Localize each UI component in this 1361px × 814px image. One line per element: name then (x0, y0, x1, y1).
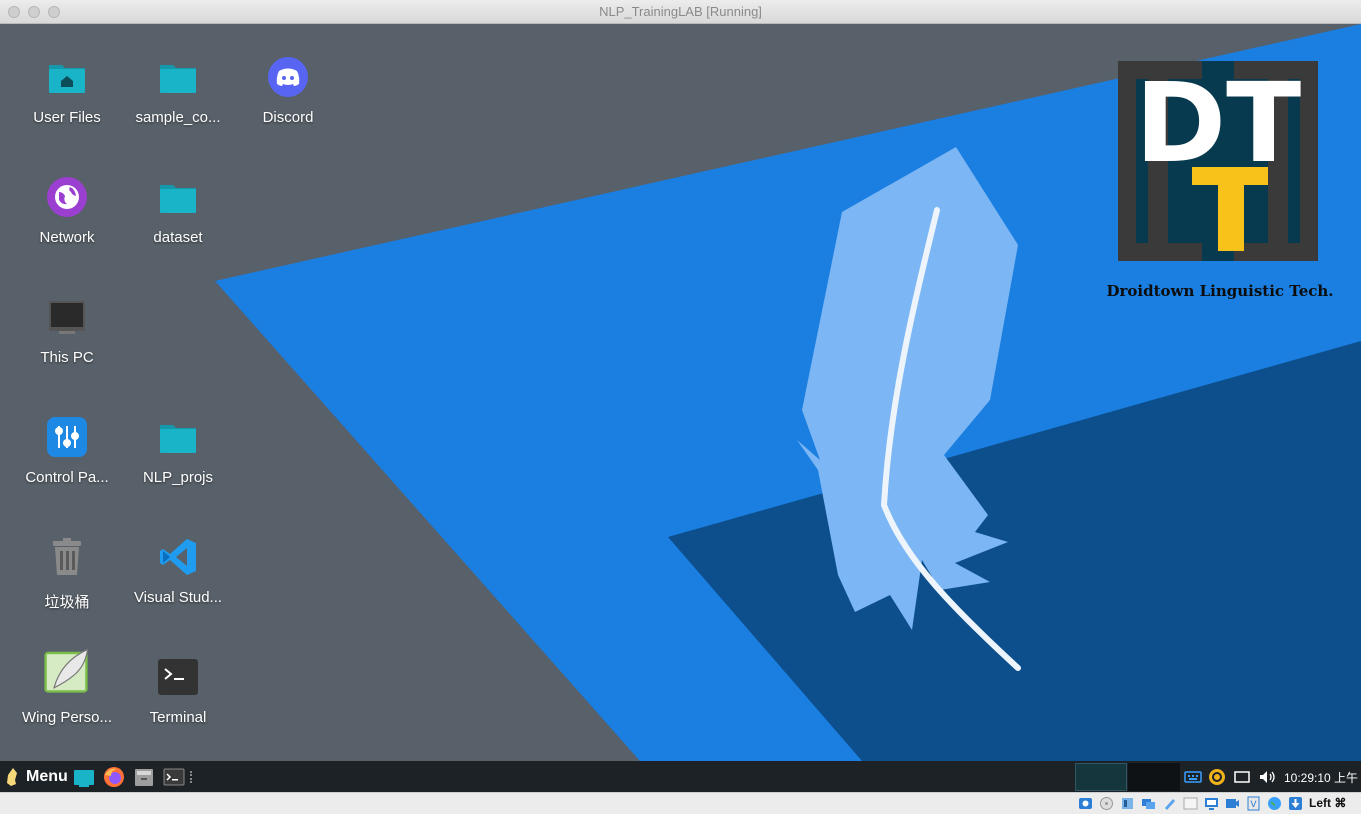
desktop[interactable]: User Files sample_co... Discord Network … (0, 24, 1361, 761)
taskbar-separator (190, 771, 194, 783)
desktop-icon-nlp-projs[interactable]: NLP_projs (123, 393, 233, 503)
start-menu-button[interactable]: Menu (4, 765, 68, 789)
desktop-icon-trash[interactable]: 垃圾桶 (12, 513, 122, 623)
svg-text:V: V (1250, 800, 1257, 810)
window-title: NLP_TrainingLAB [Running] (599, 4, 762, 19)
usb-icon[interactable] (1162, 796, 1177, 811)
firefox-icon[interactable] (103, 766, 125, 788)
window-titlebar: NLP_TrainingLAB [Running] (0, 0, 1361, 24)
desktop-icon-network[interactable]: Network (12, 153, 122, 263)
display-icon[interactable] (1204, 796, 1219, 811)
folder-icon (160, 65, 196, 93)
terminal-icon (158, 659, 198, 695)
mouse-integration-icon[interactable] (1288, 796, 1303, 811)
optical-drive-icon[interactable] (1099, 796, 1114, 811)
keyboard-icon[interactable] (1184, 768, 1202, 786)
display-icon[interactable] (1233, 768, 1251, 786)
droidtown-logo: DT (1118, 61, 1318, 261)
cpu-icon[interactable]: V (1246, 796, 1261, 811)
file-manager-icon[interactable] (133, 766, 155, 788)
taskbar: Menu 10:29:10 上午 (0, 761, 1361, 792)
discord-icon (268, 57, 308, 97)
terminal-icon[interactable] (163, 766, 185, 788)
vscode-icon (160, 539, 196, 575)
shared-folders-icon[interactable] (1183, 796, 1198, 811)
desktop-icon-wing-personal[interactable]: Wing Perso... (12, 633, 122, 743)
host-key-label[interactable]: Left ⌘ (1309, 796, 1346, 810)
recording-icon[interactable] (1225, 796, 1240, 811)
workspace-2[interactable] (1128, 763, 1180, 791)
volume-icon[interactable] (1258, 768, 1276, 786)
desktop-icon-visual-studio-code[interactable]: Visual Stud... (123, 513, 233, 623)
clock[interactable]: 10:29:10 上午 (1284, 769, 1358, 786)
computer-icon (49, 301, 85, 334)
desktop-icon-user-files[interactable]: User Files (12, 33, 122, 143)
feather-logo-icon (7, 768, 17, 786)
updates-icon[interactable] (1208, 768, 1226, 786)
home-folder-icon (49, 65, 85, 93)
audio-icon[interactable] (1120, 796, 1135, 811)
show-desktop-icon[interactable] (73, 766, 95, 788)
desktop-icon-this-pc[interactable]: This PC (12, 273, 122, 383)
logo-caption: Droidtown Linguistic Tech. (1106, 282, 1334, 300)
workspace-1[interactable] (1075, 763, 1127, 791)
trash-icon (53, 538, 81, 575)
desktop-icon-sample-code[interactable]: sample_co... (123, 33, 233, 143)
hard-disk-icon[interactable] (1078, 796, 1093, 811)
control-panel-icon (47, 417, 87, 457)
desktop-icon-control-panel[interactable]: Control Pa... (12, 393, 122, 503)
virtualbox-status-bar: V Left ⌘ (0, 792, 1361, 814)
desktop-icon-terminal[interactable]: Terminal (123, 633, 233, 743)
menu-label: Menu (26, 768, 68, 785)
network-adapter-icon[interactable] (1141, 796, 1156, 811)
desktop-icon-discord[interactable]: Discord (233, 33, 343, 143)
network-icon (47, 177, 87, 217)
folder-icon (160, 185, 196, 213)
wing-ide-icon (44, 648, 89, 693)
desktop-icon-dataset[interactable]: dataset (123, 153, 233, 263)
folder-icon (160, 425, 196, 453)
vt-x-icon[interactable] (1267, 796, 1282, 811)
